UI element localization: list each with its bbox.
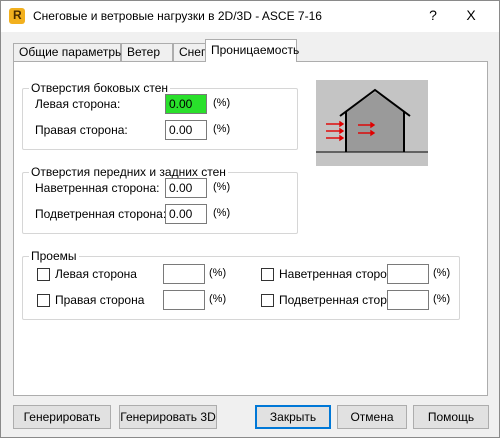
leeward-opening-checkbox[interactable]: [261, 294, 274, 307]
tab-panel-permeability: Отверстия боковых стен Левая сторона: (%…: [13, 61, 488, 396]
windward-unit: (%): [213, 181, 231, 193]
right-side-opening-label: Правая сторона: [55, 293, 145, 307]
close-button[interactable]: Закрыть: [255, 405, 331, 429]
openings-group: Проемы Левая сторона (%) Правая сторона …: [22, 249, 460, 320]
leeward-label: Подветренная сторона:: [35, 207, 167, 221]
windward-opening-field[interactable]: [387, 264, 429, 284]
windward-label: Наветренная сторона:: [35, 181, 160, 195]
windward-opening-checkbox[interactable]: [261, 268, 274, 281]
tab-snow[interactable]: Снег: [173, 43, 207, 61]
window-title: Снеговые и ветровые нагрузки в 2D/3D - A…: [33, 9, 322, 23]
close-icon[interactable]: X: [459, 7, 483, 27]
title-bar: R Снеговые и ветровые нагрузки в 2D/3D -…: [1, 1, 499, 32]
tab-permeability[interactable]: Проницаемость: [205, 39, 299, 62]
right-side-field[interactable]: [165, 120, 207, 140]
tab-wind[interactable]: Ветер: [121, 43, 173, 61]
leeward-opening-field[interactable]: [387, 290, 429, 310]
right-side-opening-field[interactable]: [163, 290, 205, 310]
right-side-opening-checkbox[interactable]: [37, 294, 50, 307]
help-button[interactable]: Помощь: [413, 405, 489, 429]
tab-general[interactable]: Общие параметры: [13, 43, 124, 61]
right-side-unit: (%): [213, 123, 231, 135]
front-back-walls-group: Отверстия передних и задних стен Наветре…: [22, 165, 298, 234]
left-side-unit: (%): [213, 97, 231, 109]
side-walls-group: Отверстия боковых стен Левая сторона: (%…: [22, 81, 298, 150]
app-logo-icon: R: [9, 8, 25, 24]
cancel-button[interactable]: Отмена: [337, 405, 407, 429]
windward-opening-unit: (%): [433, 267, 451, 279]
building-diagram-icon: [316, 80, 428, 166]
left-side-opening-label: Левая сторона: [55, 267, 137, 281]
leeward-opening-unit: (%): [433, 293, 451, 305]
left-side-opening-checkbox[interactable]: [37, 268, 50, 281]
right-side-opening-unit: (%): [209, 293, 227, 305]
leeward-field[interactable]: [165, 204, 207, 224]
generate-3d-button[interactable]: Генерировать 3D: [119, 405, 217, 429]
help-icon[interactable]: ?: [421, 7, 445, 27]
openings-title: Проемы: [29, 249, 79, 263]
left-side-label: Левая сторона:: [35, 97, 121, 111]
leeward-unit: (%): [213, 207, 231, 219]
front-back-walls-title: Отверстия передних и задних стен: [29, 165, 228, 179]
left-side-opening-unit: (%): [209, 267, 227, 279]
left-side-opening-field[interactable]: [163, 264, 205, 284]
windward-field[interactable]: [165, 178, 207, 198]
side-walls-title: Отверстия боковых стен: [29, 81, 171, 95]
right-side-label: Правая сторона:: [35, 123, 128, 137]
dialog-window: R Снеговые и ветровые нагрузки в 2D/3D -…: [0, 0, 500, 438]
windward-opening-label: Наветренная сторона: [279, 267, 401, 281]
generate-button[interactable]: Генерировать: [13, 405, 111, 429]
left-side-field[interactable]: [165, 94, 207, 114]
